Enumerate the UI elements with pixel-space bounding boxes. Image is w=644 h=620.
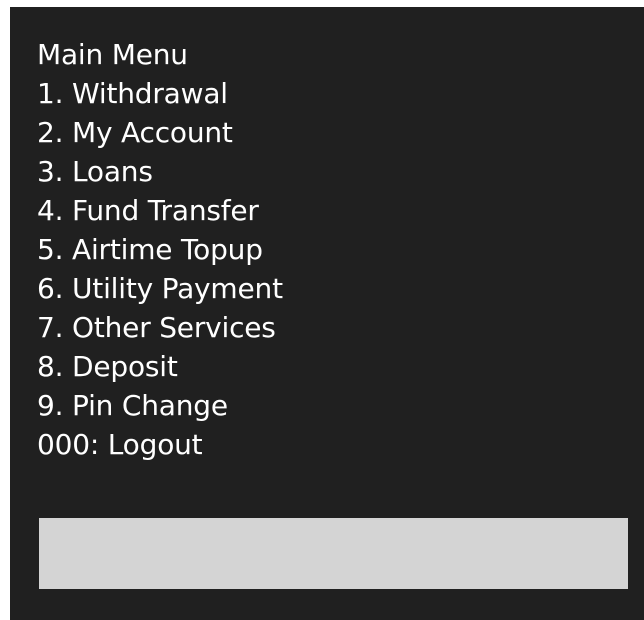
menu-item-pin-change: 9. Pin Change bbox=[37, 389, 228, 422]
menu-item-loans: 3. Loans bbox=[37, 155, 153, 188]
menu-item-my-account: 2. My Account bbox=[37, 116, 233, 149]
menu-item-withdrawal: 1. Withdrawal bbox=[37, 77, 228, 110]
ussd-screen: Main Menu 1. Withdrawal 2. My Account 3.… bbox=[10, 7, 644, 620]
menu-item-utility-payment: 6. Utility Payment bbox=[37, 272, 283, 305]
menu-item-logout: 000: Logout bbox=[37, 428, 203, 461]
menu-list: Main Menu 1. Withdrawal 2. My Account 3.… bbox=[37, 35, 283, 464]
menu-title: Main Menu bbox=[37, 38, 188, 71]
menu-item-deposit: 8. Deposit bbox=[37, 350, 178, 383]
menu-item-other-services: 7. Other Services bbox=[37, 311, 276, 344]
response-input[interactable] bbox=[39, 518, 628, 589]
menu-item-airtime-topup: 5. Airtime Topup bbox=[37, 233, 263, 266]
menu-item-fund-transfer: 4. Fund Transfer bbox=[37, 194, 259, 227]
